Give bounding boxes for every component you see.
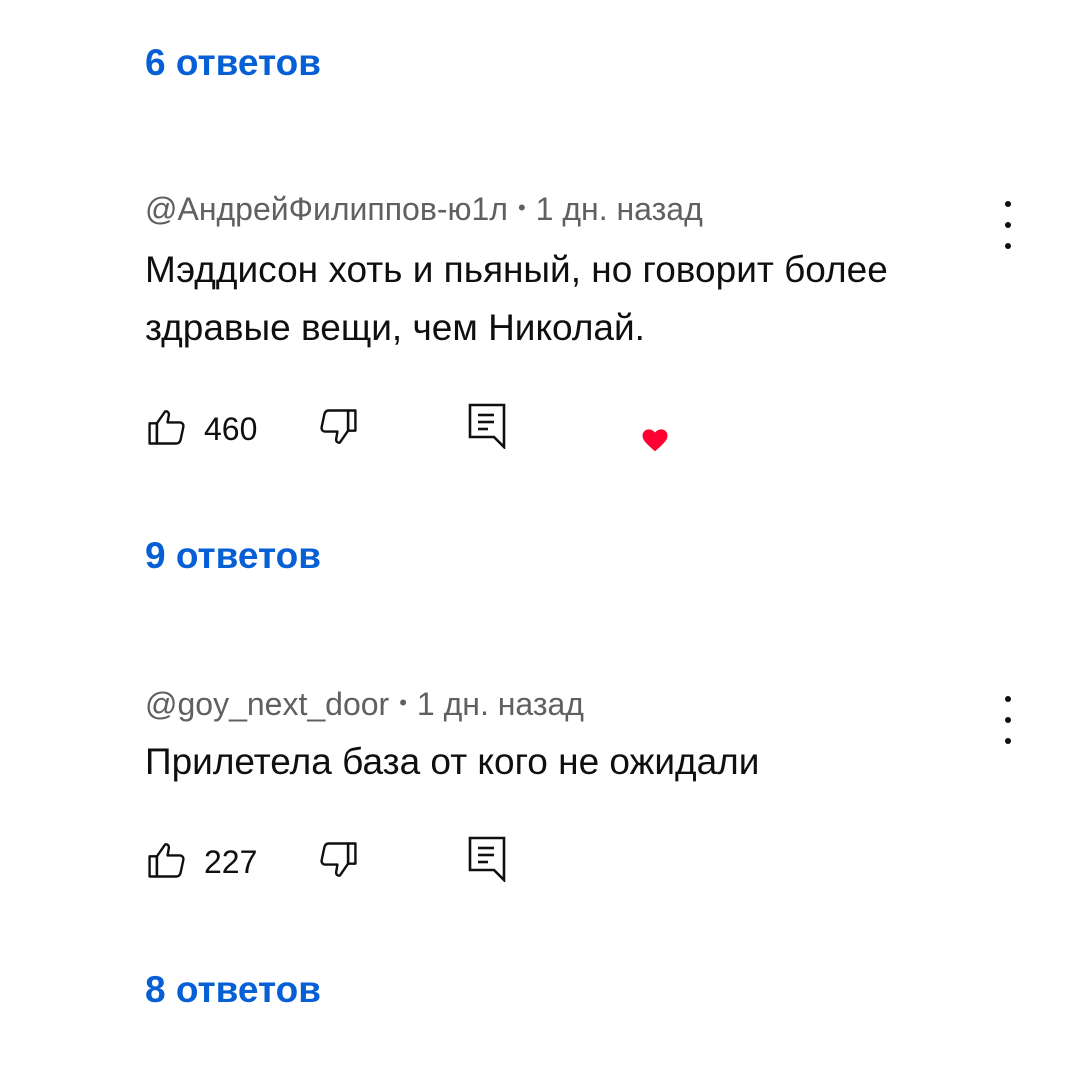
reply-comment-icon xyxy=(468,836,506,884)
creator-heart-icon xyxy=(642,429,668,452)
reply-button[interactable] xyxy=(466,401,508,454)
like-count: 460 xyxy=(204,411,258,447)
thumb-down-icon xyxy=(320,842,357,877)
comment-text: Мэддисон хоть и пьяный, но говорит более… xyxy=(145,249,888,348)
reply-comment-icon xyxy=(468,403,506,451)
view-replies-link[interactable]: 8 ответов xyxy=(145,971,321,1008)
view-replies-link[interactable]: 6 ответов xyxy=(145,44,321,81)
like-button[interactable] xyxy=(145,838,189,887)
thumb-up-icon xyxy=(148,410,185,445)
more-vertical-icon[interactable] xyxy=(992,201,1024,249)
comment-text: Прилетела база от кого не ожидали xyxy=(145,741,760,782)
comment-author[interactable]: @АндрейФилиппов-ю1л xyxy=(145,191,508,227)
comment-author[interactable]: @goy_next_door xyxy=(145,686,389,722)
view-replies-link[interactable]: 9 ответов xyxy=(145,537,321,574)
comment-header: @АндрейФилиппов-ю1л • 1 дн. назад xyxy=(145,193,703,225)
more-vertical-icon[interactable] xyxy=(992,696,1024,744)
thumb-up-icon xyxy=(148,843,185,878)
comment-time: 1 дн. назад xyxy=(416,686,584,722)
meta-separator: • xyxy=(399,689,407,715)
dislike-button[interactable] xyxy=(316,405,360,454)
like-button[interactable] xyxy=(145,405,189,454)
comment-header: @goy_next_door • 1 дн. назад xyxy=(145,688,584,720)
like-count: 227 xyxy=(204,844,258,880)
dislike-button[interactable] xyxy=(316,838,360,887)
thumb-down-icon xyxy=(320,409,357,444)
meta-separator: • xyxy=(517,194,526,220)
reply-button[interactable] xyxy=(466,834,508,887)
comment-time: 1 дн. назад xyxy=(535,191,703,227)
